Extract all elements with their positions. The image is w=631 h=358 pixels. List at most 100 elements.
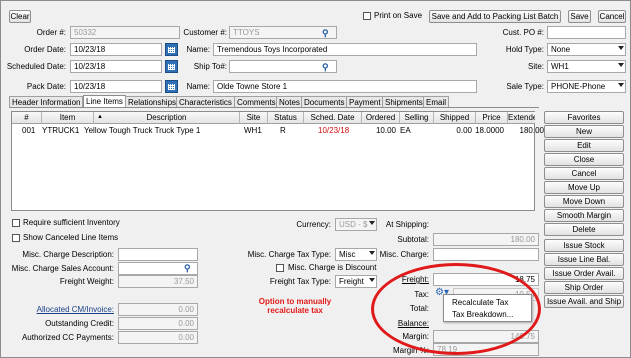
outstanding-credit-label: Outstanding Credit: <box>45 319 114 328</box>
row-description-cell: Yellow Tough Truck Truck Type 1 <box>84 126 201 135</box>
column-header-extended[interactable]: Extended <box>508 112 535 124</box>
chevron-down-icon <box>618 63 624 67</box>
hold-type-select[interactable]: None <box>547 43 626 56</box>
customer-name-label: Name: <box>186 45 210 54</box>
currency-label: Currency: <box>296 220 331 229</box>
cancel-button[interactable]: Cancel <box>598 10 626 23</box>
site-select[interactable]: WH1 <box>547 60 626 73</box>
column-header-description-label: Description <box>146 113 187 122</box>
row-site-cell: WH1 <box>244 126 262 135</box>
freight-weight-field[interactable]: 37.50 <box>118 275 198 288</box>
scheduled-date-label: Scheduled Date: <box>6 62 66 71</box>
column-header-selling[interactable]: Selling <box>400 112 434 124</box>
row-sched-date-cell: 10/23/18 <box>318 126 350 135</box>
issue-line-bal-button[interactable]: Issue Line Bal. <box>544 253 624 266</box>
outstanding-credit-field[interactable]: 0.00 <box>118 317 198 330</box>
freight-tax-type-label: Freight Tax Type: <box>269 277 331 286</box>
clear-button[interactable]: Clear <box>9 10 31 23</box>
require-inventory-checkbox[interactable] <box>12 219 20 227</box>
ship-to-lookup-icon[interactable]: ⚲ <box>322 62 334 72</box>
issue-stock-button[interactable]: Issue Stock <box>544 239 624 252</box>
authorized-cc-field[interactable]: 0.00 <box>118 331 198 344</box>
subtotal-field[interactable]: 180.00 <box>433 233 539 246</box>
scheduled-date-calendar-icon[interactable] <box>165 60 178 73</box>
sale-type-label: Sale Type: <box>506 82 544 91</box>
pack-date-label: Pack Date: <box>26 82 66 91</box>
freight-tax-type-value: Freight <box>339 277 364 286</box>
edit-button[interactable]: Edit <box>544 139 624 152</box>
column-header-item[interactable]: Item <box>42 112 94 124</box>
cust-po-field[interactable] <box>547 26 626 39</box>
ship-to-field[interactable] <box>229 60 337 73</box>
move-down-button[interactable]: Move Down <box>544 195 624 208</box>
sale-type-select[interactable]: PHONE-Phone <box>547 80 626 93</box>
misc-charge-label: Misc. Charge: <box>379 250 429 259</box>
column-header-site[interactable]: Site <box>240 112 268 124</box>
row-ordered-cell: 10.00 <box>375 126 396 135</box>
order-date-calendar-icon[interactable] <box>165 43 178 56</box>
table-row[interactable]: 001 YTRUCK1 Yellow Tough Truck Truck Typ… <box>12 125 544 136</box>
move-up-button[interactable]: Move Up <box>544 181 624 194</box>
chevron-down-icon <box>618 83 624 87</box>
order-date-field[interactable]: 10/23/18 <box>70 43 162 56</box>
line-items-grid[interactable]: # Item ▲ Description Site Status Sched. D… <box>11 111 544 211</box>
ship-order-button[interactable]: Ship Order <box>544 281 624 294</box>
customer-name-field[interactable]: Tremendous Toys Incorporated <box>213 43 477 56</box>
row-price-cell: 18.0000 <box>475 126 504 135</box>
pack-date-calendar-icon[interactable] <box>165 80 178 93</box>
site-label: Site: <box>527 62 544 71</box>
column-header-ordered[interactable]: Ordered <box>362 112 400 124</box>
ship-name-label: Name: <box>186 82 210 91</box>
pack-date-field[interactable]: 10/23/18 <box>70 80 162 93</box>
at-shipping-label: At Shipping: <box>385 220 429 229</box>
column-header-price[interactable]: Price <box>476 112 508 124</box>
show-canceled-checkbox[interactable] <box>12 234 20 242</box>
row-extended-cell: 180.00 <box>519 126 544 135</box>
column-header-status[interactable]: Status <box>268 112 304 124</box>
column-header-number[interactable]: # <box>12 112 42 124</box>
row-selling-cell: EA <box>400 126 411 135</box>
misc-tax-type-label: Misc. Charge Tax Type: <box>247 250 331 259</box>
line-cancel-button[interactable]: Cancel <box>544 167 624 180</box>
cust-po-label: Cust. PO #: <box>502 28 544 37</box>
column-header-sched-date[interactable]: Sched. Date <box>304 112 362 124</box>
close-button[interactable]: Close <box>544 153 624 166</box>
delete-button[interactable]: Delete <box>544 223 624 236</box>
row-shipped-cell: 0.00 <box>456 126 472 135</box>
allocated-cm-field[interactable]: 0.00 <box>118 303 198 316</box>
sale-type-value: PHONE-Phone <box>551 82 606 91</box>
issue-avail-and-ship-button[interactable]: Issue Avail. and Ship <box>544 295 624 308</box>
ship-name-field[interactable]: Olde Towne Store 1 <box>213 80 477 93</box>
smooth-margin-button[interactable]: Smooth Margin <box>544 209 624 222</box>
print-on-save-checkbox[interactable] <box>363 12 371 20</box>
annotation-ellipse <box>371 263 541 355</box>
save-add-packing-button[interactable]: Save and Add to Packing List Batch <box>429 10 561 23</box>
freight-weight-label: Freight Weight: <box>59 277 114 286</box>
subtotal-label: Subtotal: <box>397 235 429 244</box>
new-button[interactable]: New <box>544 125 624 138</box>
customer-number-field[interactable]: TTOYS <box>229 26 337 39</box>
column-header-description[interactable]: ▲ Description <box>94 112 240 124</box>
misc-sales-acct-label: Misc. Charge Sales Account: <box>11 264 114 273</box>
misc-charge-field[interactable] <box>433 248 539 261</box>
show-canceled-label: Show Canceled Line Items <box>23 233 119 242</box>
column-header-shipped[interactable]: Shipped <box>434 112 476 124</box>
allocated-cm-label: Allocated CM/Invoice: <box>36 305 114 314</box>
row-item-cell: YTRUCK1 <box>42 126 80 135</box>
issue-order-avail-button[interactable]: Issue Order Avail. <box>544 267 624 280</box>
currency-value: USD - $ <box>339 220 368 229</box>
order-number-field[interactable]: 50332 <box>70 26 180 39</box>
misc-discount-checkbox[interactable] <box>276 264 284 272</box>
site-value: WH1 <box>551 62 569 71</box>
sales-account-lookup-icon[interactable]: ⚲ <box>184 263 196 273</box>
favorites-button[interactable]: Favorites <box>544 111 624 124</box>
save-button[interactable]: Save <box>568 10 591 23</box>
misc-tax-type-value: Misc <box>339 250 356 259</box>
row-status-cell: R <box>280 126 286 135</box>
misc-desc-field[interactable] <box>118 248 198 261</box>
customer-lookup-icon[interactable]: ⚲ <box>322 28 334 38</box>
row-number-cell: 001 <box>22 126 36 135</box>
hold-type-value: None <box>551 45 571 54</box>
customer-number-label: Customer #: <box>183 28 227 37</box>
scheduled-date-field[interactable]: 10/23/18 <box>70 60 162 73</box>
